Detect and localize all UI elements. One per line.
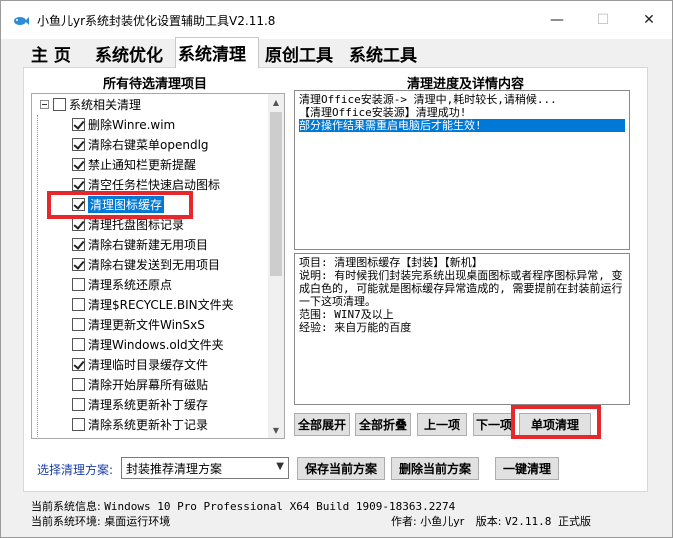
close-button[interactable]: ✕ <box>626 1 672 39</box>
tree-guide-line <box>37 115 38 437</box>
tree-item-label: 清除右键新建无用项目 <box>88 237 209 252</box>
tree-item-checkbox[interactable] <box>72 377 85 391</box>
left-panel-title: 所有待选清理项目 <box>103 77 208 92</box>
tree-root[interactable]: 系统相关清理 <box>40 94 141 114</box>
status-system-info: 当前系统信息: Windows 10 Pro Professional X64 … <box>31 498 455 514</box>
tree-item-label: 清理系统还原点 <box>88 277 173 292</box>
tree-item[interactable]: 清除开始屏幕所有磁贴 <box>72 374 208 394</box>
status-author: 作者: 小鱼儿yr 版本: V2.11.8 正式版 <box>391 513 591 529</box>
plan-label: 选择清理方案: <box>37 463 114 477</box>
prev-item-button[interactable]: 上一项 <box>417 413 467 436</box>
tree-item[interactable]: 清理$RECYCLE.BIN文件夹 <box>72 294 234 314</box>
minimize-button[interactable]: — <box>534 1 580 39</box>
tree-item-checkbox[interactable] <box>72 137 85 151</box>
item-detail-text: 项目: 清理图标缓存【封装】【新机】 说明: 有时候我们封装完系统出现桌面图标或… <box>294 253 630 405</box>
plan-select[interactable]: 封装推荐清理方案 ▼ <box>121 457 289 479</box>
log-line-selected: 部分操作结果需重启电脑后才能生效! <box>299 119 625 132</box>
version-value: V2.11.8 正式版 <box>504 515 591 528</box>
next-item-button[interactable]: 下一项 <box>473 413 513 436</box>
tree-item[interactable]: 清除右键发送到无用项目 <box>72 254 220 274</box>
maximize-button[interactable]: ☐ <box>580 1 626 39</box>
tree-item-checkbox[interactable] <box>72 177 85 191</box>
tree-item-checkbox[interactable] <box>72 417 85 431</box>
tree-item-checkbox[interactable] <box>72 297 85 311</box>
app-window: 小鱼儿yr系统封装优化设置辅助工具V2.11.8 — ☐ ✕ 主 页 系统优化 … <box>0 0 673 538</box>
log-line: 清理Office安装源-> 清理中,耗时较长,请稍候... <box>299 93 557 106</box>
tab-system-optimize[interactable]: 系统优化 <box>93 41 165 67</box>
author-value: 小鱼儿yr <box>420 515 465 528</box>
tree-item-label: 清理Windows.old文件夹 <box>88 337 224 352</box>
version-label: 版本: <box>475 515 502 528</box>
collapse-all-button[interactable]: 全部折叠 <box>355 413 411 436</box>
tree-item-label: 清除系统更新补丁记录 <box>88 417 209 432</box>
delete-plan-button[interactable]: 删除当前方案 <box>391 457 479 480</box>
tree-item-checkbox[interactable] <box>72 237 85 251</box>
status-env-info: 当前系统环境: 桌面运行环境 <box>31 513 170 529</box>
fish-app-icon <box>14 17 29 25</box>
title-bar: 小鱼儿yr系统封装优化设置辅助工具V2.11.8 — ☐ ✕ <box>1 1 672 39</box>
tree-item-checkbox[interactable] <box>72 317 85 331</box>
tree-item-checkbox[interactable] <box>72 117 85 131</box>
status-system-label: 当前系统信息: <box>31 500 101 513</box>
status-env-label: 当前系统环境: <box>31 515 101 528</box>
window-title: 小鱼儿yr系统封装优化设置辅助工具V2.11.8 <box>37 14 276 28</box>
tree-root-label: 系统相关清理 <box>69 97 142 112</box>
detail-content: 项目: 清理图标缓存【封装】【新机】 说明: 有时候我们封装完系统出现桌面图标或… <box>299 256 623 334</box>
tree-item-label: 清理$RECYCLE.BIN文件夹 <box>88 297 234 312</box>
progress-log: 清理Office安装源-> 清理中,耗时较长,请稍候... 【清理Office安… <box>294 90 630 250</box>
log-line: 【清理Office安装源】清理成功! <box>299 106 467 119</box>
highlight-single-clean <box>511 405 601 439</box>
tree-item-label: 清除右键菜单opendlg <box>88 137 209 152</box>
tree-item-checkbox[interactable] <box>72 337 85 351</box>
clean-items-tree[interactable]: 系统相关清理 删除Winre.wim 清除右键菜单opendlg 禁止通知栏更新提醒… <box>31 93 285 439</box>
status-env-value: 桌面运行环境 <box>104 515 171 528</box>
author-label: 作者: <box>391 515 417 528</box>
maximize-icon: ☐ <box>596 12 610 28</box>
tree-item-label: 清理临时目录缓存文件 <box>88 357 209 372</box>
tab-original-tools[interactable]: 原创工具 <box>263 41 335 67</box>
tree-item[interactable]: 清理临时目录缓存文件 <box>72 354 208 374</box>
tree-item-label: 清理系统更新补丁缓存 <box>88 397 209 412</box>
tree-item[interactable]: 清理Windows.old文件夹 <box>72 334 224 354</box>
scroll-up-icon[interactable]: ▲ <box>268 94 284 110</box>
tree-item-checkbox[interactable] <box>72 217 85 231</box>
tab-system-tools[interactable]: 系统工具 <box>347 41 419 67</box>
tree-item-checkbox[interactable] <box>72 157 85 171</box>
scroll-down-icon[interactable]: ▼ <box>268 422 284 438</box>
tree-item-checkbox[interactable] <box>72 397 85 411</box>
plan-selected-value: 封装推荐清理方案 <box>126 461 223 476</box>
tree-item-checkbox[interactable] <box>72 257 85 271</box>
tree-item-label: 清除右键发送到无用项目 <box>88 257 221 272</box>
tree-item-checkbox[interactable] <box>72 277 85 291</box>
tree-item-label: 删除Winre.wim <box>88 117 176 132</box>
chevron-down-icon[interactable]: ▼ <box>276 461 284 472</box>
tree-item-label: 禁止通知栏更新提醒 <box>88 157 197 172</box>
tree-item[interactable]: 清除系统更新补丁记录 <box>72 414 208 434</box>
tab-system-clean[interactable]: 系统清理 <box>175 37 259 68</box>
tree-item-label: 清空任务栏快速启动图标 <box>88 177 221 192</box>
tree-item[interactable]: 清理更新文件WinSxS <box>72 314 205 334</box>
tree-item[interactable]: 禁止通知栏更新提醒 <box>72 154 196 174</box>
tree-item[interactable]: 删除Winre.wim <box>72 114 175 134</box>
tree-item-checkbox[interactable] <box>72 357 85 371</box>
save-plan-button[interactable]: 保存当前方案 <box>297 457 385 480</box>
tree-scrollbar[interactable]: ▲ ▼ <box>268 94 284 438</box>
collapse-icon[interactable] <box>40 99 49 109</box>
close-icon: ✕ <box>643 12 655 28</box>
one-click-clean-button[interactable]: 一键清理 <box>495 457 559 480</box>
root-checkbox[interactable] <box>53 97 66 111</box>
tree-item[interactable]: 清除右键新建无用项目 <box>72 234 208 254</box>
status-system-value: Windows 10 Pro Professional X64 Build 19… <box>104 500 456 513</box>
minimize-icon: — <box>550 12 564 28</box>
tree-item[interactable]: 清除右键菜单opendlg <box>72 134 209 154</box>
scroll-thumb[interactable] <box>270 112 282 276</box>
expand-all-button[interactable]: 全部展开 <box>294 413 350 436</box>
tab-home[interactable]: 主 页 <box>29 41 73 67</box>
tree-item[interactable]: 清理系统还原点 <box>72 274 172 294</box>
tree-item-label: 清理更新文件WinSxS <box>88 317 205 332</box>
tree-item-label: 清除开始屏幕所有磁贴 <box>88 377 209 392</box>
highlight-selected-item <box>47 191 193 219</box>
tree-item[interactable]: 清理系统更新补丁缓存 <box>72 394 208 414</box>
